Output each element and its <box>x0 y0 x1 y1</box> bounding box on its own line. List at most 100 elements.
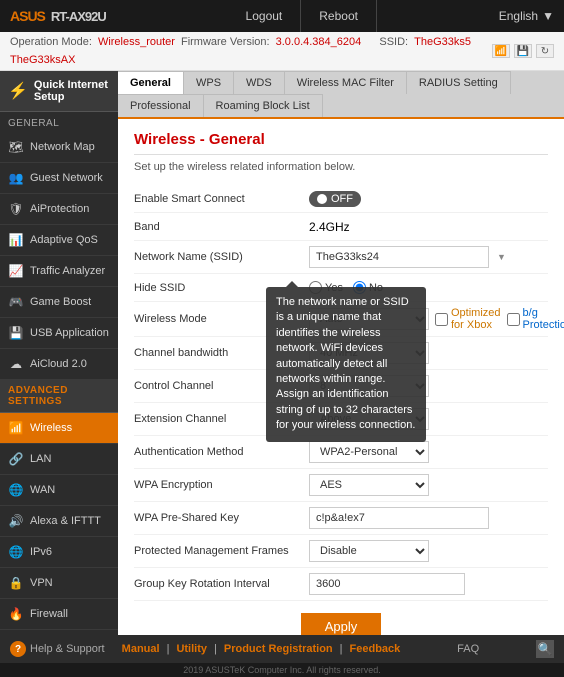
tab-wps[interactable]: WPS <box>184 71 234 94</box>
pmf-label: Protected Management Frames <box>134 545 309 557</box>
firmware-label: Firmware Version: <box>181 36 270 48</box>
sidebar-item-label: VPN <box>30 577 53 589</box>
toggle-label: OFF <box>331 193 353 205</box>
firmware-value[interactable]: 3.0.0.4.384_6204 <box>276 36 362 48</box>
group-key-input[interactable] <box>309 573 465 595</box>
wpa-psk-row: WPA Pre-Shared Key <box>134 502 548 535</box>
sidebar-item-traffic-analyzer[interactable]: 📈 Traffic Analyzer <box>0 256 118 287</box>
sidebar-item-guest-network[interactable]: 👥 Guest Network <box>0 163 118 194</box>
auth-method-value: WPA2-Personal <box>309 441 548 463</box>
auth-method-select[interactable]: WPA2-Personal <box>309 441 429 463</box>
product-registration-link[interactable]: Product Registration <box>224 643 333 655</box>
apply-button[interactable]: Apply <box>301 613 382 635</box>
wpa-encryption-value: AES <box>309 474 548 496</box>
operation-mode-value[interactable]: Wireless_router <box>98 36 175 48</box>
refresh-icon[interactable]: ↻ <box>536 44 554 58</box>
pmf-value: Disable <box>309 540 548 562</box>
traffic-analyzer-icon: 📈 <box>8 263 24 279</box>
sidebar-item-alexa[interactable]: 🔊 Alexa & IFTTT <box>0 506 118 537</box>
language-selector[interactable]: English ▼ <box>489 9 564 23</box>
big-protection-input[interactable] <box>507 313 520 326</box>
sidebar-item-label: Game Boost <box>30 296 91 308</box>
smart-connect-row: Enable Smart Connect OFF <box>134 185 548 213</box>
wireless-icon: 📶 <box>8 420 24 436</box>
sidebar-item-label: Alexa & IFTTT <box>30 515 101 527</box>
quick-setup-icon: ⚡ <box>8 81 28 101</box>
optimized-xbox-checkbox[interactable]: Optimized for Xbox <box>435 307 501 331</box>
content-area: General WPS WDS Wireless MAC Filter RADI… <box>118 71 564 635</box>
utility-link[interactable]: Utility <box>176 643 207 655</box>
sidebar-item-network-map[interactable]: 🗺 Network Map <box>0 132 118 163</box>
tab-professional[interactable]: Professional <box>118 94 204 117</box>
usb-icon[interactable]: 💾 <box>514 44 532 58</box>
info-bar-left: Operation Mode: Wireless_router Firmware… <box>10 36 492 66</box>
quick-internet-setup[interactable]: ⚡ Quick Internet Setup <box>0 71 118 112</box>
pmf-select[interactable]: Disable <box>309 540 429 562</box>
ssid-label: Network Name (SSID) <box>134 251 309 263</box>
sidebar-item-usb-application[interactable]: 💾 USB Application <box>0 318 118 349</box>
sidebar-item-game-boost[interactable]: 🎮 Game Boost <box>0 287 118 318</box>
info-bar-icons: 📶 💾 ↻ <box>492 44 554 58</box>
sidebar-item-adaptive-qos[interactable]: 📊 Adaptive QoS <box>0 225 118 256</box>
sidebar-item-wan[interactable]: 🌐 WAN <box>0 475 118 506</box>
help-icon: ? <box>10 641 26 657</box>
sidebar-item-aiprotection[interactable]: 🛡 AiProtection <box>0 194 118 225</box>
wan-icon: 🌐 <box>8 482 24 498</box>
page-title: Wireless - General <box>134 131 548 155</box>
sidebar-item-label: Network Map <box>30 141 95 153</box>
manual-link[interactable]: Manual <box>122 643 160 655</box>
smart-connect-label: Enable Smart Connect <box>134 193 309 205</box>
group-key-label: Group Key Rotation Interval <box>134 578 309 590</box>
band-label: Band <box>134 221 309 233</box>
sidebar-item-ipv6[interactable]: 🌐 IPv6 <box>0 537 118 568</box>
sidebar-item-vpn[interactable]: 🔒 VPN <box>0 568 118 599</box>
optimized-xbox-input[interactable] <box>435 313 448 326</box>
logout-button[interactable]: Logout <box>228 0 302 32</box>
ssid-value: ▼ <box>309 246 548 268</box>
wifi-icon[interactable]: 📶 <box>492 44 510 58</box>
sidebar-item-label: Adaptive QoS <box>30 234 98 246</box>
firewall-icon: 🔥 <box>8 606 24 622</box>
footer: ? Help & Support Manual | Utility | Prod… <box>0 635 564 663</box>
wpa-psk-input[interactable] <box>309 507 489 529</box>
sidebar-item-lan[interactable]: 🔗 LAN <box>0 444 118 475</box>
tab-wds[interactable]: WDS <box>234 71 285 94</box>
band-value: 2.4GHz <box>309 220 548 234</box>
tab-roaming[interactable]: Roaming Block List <box>204 94 323 117</box>
feedback-link[interactable]: Feedback <box>350 643 401 655</box>
ssid-row: Network Name (SSID) ▼ <box>134 241 548 274</box>
adaptive-qos-icon: 📊 <box>8 232 24 248</box>
advanced-section-header: Advanced Settings <box>0 380 118 413</box>
wpa-psk-value <box>309 507 548 529</box>
sidebar-item-label: Guest Network <box>30 172 103 184</box>
sidebar-item-label: USB Application <box>30 327 109 339</box>
sidebar-item-label: IPv6 <box>30 546 52 558</box>
wpa-encryption-select[interactable]: AES <box>309 474 429 496</box>
sidebar-item-aicloud[interactable]: ☁ AiCloud 2.0 <box>0 349 118 380</box>
operation-mode-label: Operation Mode: <box>10 36 92 48</box>
guest-network-icon: 👥 <box>8 170 24 186</box>
info-bar: Operation Mode: Wireless_router Firmware… <box>0 32 564 71</box>
sidebar-item-label: AiCloud 2.0 <box>30 358 87 370</box>
sidebar-item-administration[interactable]: ⚙ Administration <box>0 630 118 635</box>
big-protection-checkbox[interactable]: b/g Protection <box>507 307 564 331</box>
tab-general[interactable]: General <box>118 71 184 96</box>
sidebar-item-wireless[interactable]: 📶 Wireless <box>0 413 118 444</box>
model-name: RT-AX92U <box>51 9 106 24</box>
sidebar-item-firewall[interactable]: 🔥 Firewall <box>0 599 118 630</box>
ssid-input[interactable] <box>309 246 489 268</box>
ssid2-value[interactable]: TheG33ksAX <box>10 54 75 66</box>
reboot-button[interactable]: Reboot <box>301 0 377 32</box>
lan-icon: 🔗 <box>8 451 24 467</box>
smart-connect-toggle[interactable]: OFF <box>309 191 361 207</box>
group-key-row: Group Key Rotation Interval <box>134 568 548 601</box>
smart-connect-value: OFF <box>309 191 548 207</box>
wpa-encryption-label: WPA Encryption <box>134 479 309 491</box>
tab-mac-filter[interactable]: Wireless MAC Filter <box>285 71 407 94</box>
tab-radius[interactable]: RADIUS Setting <box>407 71 511 94</box>
group-key-value <box>309 573 548 595</box>
ssid1-value[interactable]: TheG33ks5 <box>414 36 471 48</box>
search-button[interactable]: 🔍 <box>536 640 554 658</box>
alexa-icon: 🔊 <box>8 513 24 529</box>
aiprotection-icon: 🛡 <box>8 201 24 217</box>
